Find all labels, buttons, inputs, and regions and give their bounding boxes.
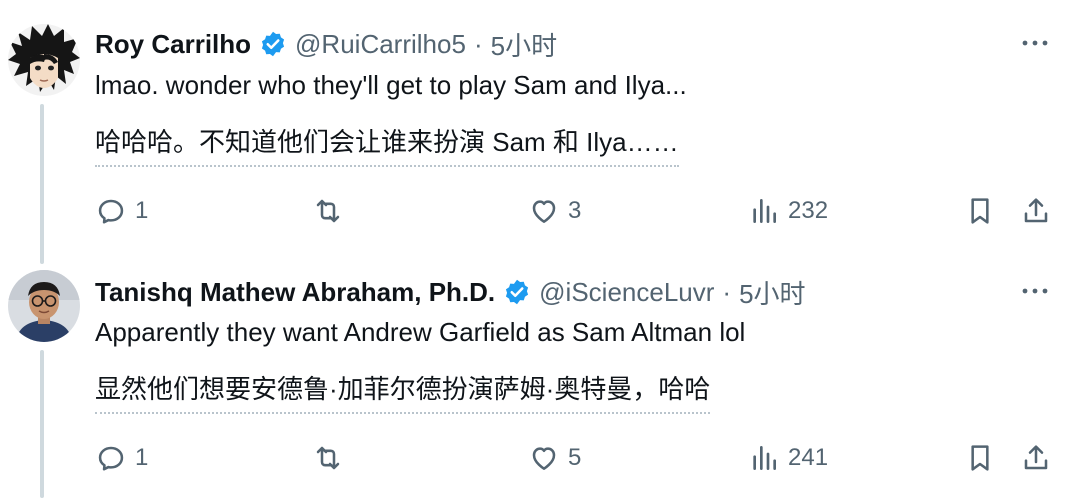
tweet-actions: 1 3 232 — [0, 191, 1080, 231]
bookmark-button[interactable] — [964, 191, 996, 231]
separator-dot: · — [473, 28, 483, 59]
reply-icon — [98, 446, 124, 471]
view-count: 241 — [788, 444, 829, 471]
avatar[interactable] — [8, 24, 80, 96]
share-button[interactable] — [1020, 191, 1052, 231]
retweet-icon — [316, 199, 340, 223]
tweet-header: Tanishq Mathew Abraham, Ph.D. @iScienceL… — [95, 275, 806, 309]
more-options-icon[interactable] — [1020, 28, 1050, 58]
author-name[interactable]: Roy Carrilho — [95, 29, 251, 60]
heart-icon — [532, 447, 556, 470]
author-handle[interactable]: @RuiCarrilho5 — [295, 29, 466, 60]
share-button[interactable] — [1020, 438, 1052, 478]
reply-button[interactable]: 1 — [95, 191, 148, 231]
timestamp[interactable]: 5小时 — [491, 26, 557, 63]
heart-icon — [532, 200, 556, 223]
reply-icon — [98, 199, 124, 224]
share-icon — [1024, 445, 1048, 470]
bookmark-button[interactable] — [964, 438, 996, 478]
timestamp[interactable]: 5小时 — [739, 274, 805, 311]
like-count: 5 — [568, 444, 582, 471]
views-bar-chart-icon — [753, 446, 776, 470]
person-photo-avatar-icon — [8, 270, 80, 342]
more-options-icon[interactable] — [1020, 276, 1050, 306]
anime-character-avatar-icon — [8, 24, 80, 96]
like-button[interactable]: 5 — [528, 438, 581, 478]
verified-badge-icon — [259, 30, 287, 58]
retweet-button[interactable] — [312, 191, 352, 231]
bookmark-icon — [971, 445, 989, 471]
view-count: 232 — [788, 197, 829, 224]
retweet-button[interactable] — [312, 438, 352, 478]
tweet-text: Apparently they want Andrew Garfield as … — [95, 317, 746, 347]
tweet-translation: 显然他们想要安德鲁·加菲尔德扮演萨姆·奥特曼，哈哈 — [95, 369, 711, 414]
separator-dot: · — [722, 276, 732, 307]
views-button[interactable]: 241 — [748, 438, 828, 478]
views-button[interactable]: 232 — [748, 191, 828, 231]
views-bar-chart-icon — [753, 199, 776, 223]
tweet[interactable]: Roy Carrilho @RuiCarrilho5 · 5小时 lmao. w… — [0, 0, 1080, 262]
bookmark-icon — [971, 198, 989, 224]
verified-badge-icon — [503, 278, 531, 306]
avatar[interactable] — [8, 270, 80, 342]
reply-count: 1 — [135, 444, 149, 471]
retweet-icon — [316, 446, 340, 470]
author-handle[interactable]: @iScienceLuvr — [539, 277, 714, 308]
share-icon — [1024, 198, 1048, 223]
like-button[interactable]: 3 — [528, 191, 581, 231]
reply-button[interactable]: 1 — [95, 438, 148, 478]
author-name[interactable]: Tanishq Mathew Abraham, Ph.D. — [95, 277, 495, 308]
tweet[interactable]: Tanishq Mathew Abraham, Ph.D. @iScienceL… — [0, 262, 1080, 498]
tweet-actions: 1 5 241 — [0, 438, 1080, 478]
like-count: 3 — [568, 197, 582, 224]
tweet-header: Roy Carrilho @RuiCarrilho5 · 5小时 — [95, 27, 557, 61]
reply-count: 1 — [135, 197, 149, 224]
tweet-translation: 哈哈哈。不知道他们会让谁来扮演 Sam 和 Ilya…… — [95, 122, 679, 167]
tweet-text: lmao. wonder who they'll get to play Sam… — [95, 70, 687, 100]
